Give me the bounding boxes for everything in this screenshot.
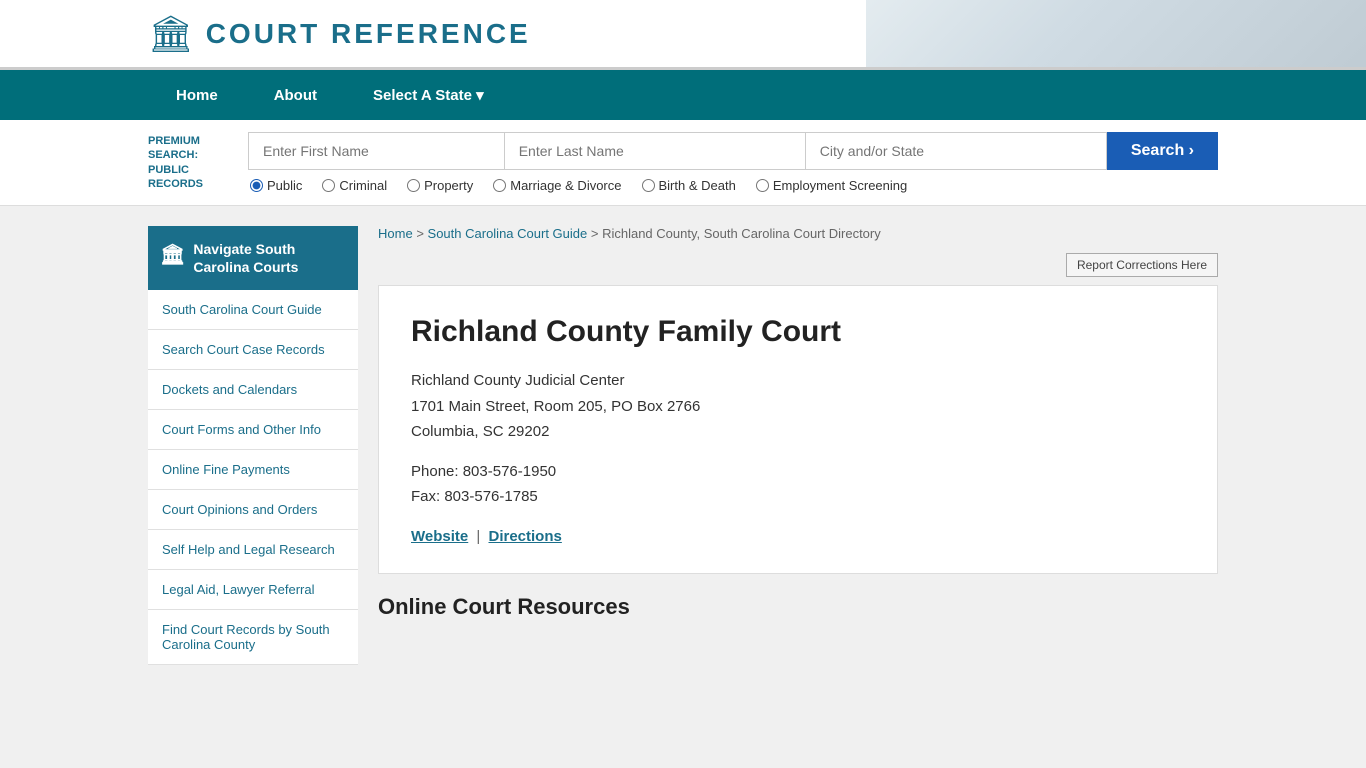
online-resources: Online Court Resources bbox=[378, 594, 1218, 620]
sidebar-item-legal-aid[interactable]: Legal Aid, Lawyer Referral bbox=[148, 570, 358, 610]
last-name-input[interactable] bbox=[504, 132, 805, 170]
search-bar: PREMIUM SEARCH: PUBLIC RECORDS Search › … bbox=[0, 120, 1366, 206]
logo-text: COURT REFERENCE bbox=[206, 18, 531, 50]
radio-public[interactable]: Public bbox=[250, 178, 302, 193]
sidebar: 🏛 Navigate South Carolina Courts South C… bbox=[148, 226, 358, 665]
court-card: Richland County Family Court Richland Co… bbox=[378, 285, 1218, 574]
search-inputs: Search › Public Criminal Property Marria… bbox=[248, 132, 1218, 193]
court-directions-link[interactable]: Directions bbox=[489, 528, 562, 545]
header: 🏛 COURT REFERENCE bbox=[0, 0, 1366, 70]
search-fields: Search › bbox=[248, 132, 1218, 170]
breadcrumb-home[interactable]: Home bbox=[378, 226, 413, 241]
sidebar-item-sc-court-guide[interactable]: South Carolina Court Guide bbox=[148, 290, 358, 330]
court-building: Richland County Judicial Center bbox=[411, 372, 624, 389]
report-corrections-wrap: Report Corrections Here bbox=[378, 253, 1218, 277]
radio-property[interactable]: Property bbox=[407, 178, 473, 193]
main-content: 🏛 Navigate South Carolina Courts South C… bbox=[0, 226, 1366, 665]
nav-about[interactable]: About bbox=[246, 70, 345, 120]
court-contact: Phone: 803-576-1950 Fax: 803-576-1785 bbox=[411, 459, 1185, 510]
radio-employment-screening[interactable]: Employment Screening bbox=[756, 178, 907, 193]
sidebar-header-icon: 🏛 bbox=[160, 242, 185, 268]
nav-home[interactable]: Home bbox=[148, 70, 246, 120]
breadcrumb-state-guide[interactable]: South Carolina Court Guide bbox=[428, 226, 588, 241]
sidebar-item-opinions[interactable]: Court Opinions and Orders bbox=[148, 490, 358, 530]
navbar: Home About Select A State ▾ bbox=[0, 70, 1366, 120]
radio-row: Public Criminal Property Marriage & Divo… bbox=[248, 178, 1218, 193]
online-resources-heading: Online Court Resources bbox=[378, 594, 1218, 620]
court-fax: Fax: 803-576-1785 bbox=[411, 488, 538, 505]
sidebar-item-dockets[interactable]: Dockets and Calendars bbox=[148, 370, 358, 410]
first-name-input[interactable] bbox=[248, 132, 504, 170]
logo-icon: 🏛 bbox=[148, 13, 194, 55]
court-address-line2: Columbia, SC 29202 bbox=[411, 423, 549, 440]
court-phone: Phone: 803-576-1950 bbox=[411, 463, 556, 480]
logo[interactable]: 🏛 COURT REFERENCE bbox=[148, 13, 531, 55]
report-corrections-button[interactable]: Report Corrections Here bbox=[1066, 253, 1218, 277]
city-state-input[interactable] bbox=[805, 132, 1107, 170]
court-address-line1: 1701 Main Street, Room 205, PO Box 2766 bbox=[411, 398, 700, 415]
sidebar-item-find-records[interactable]: Find Court Records by South Carolina Cou… bbox=[148, 610, 358, 665]
radio-marriage-divorce[interactable]: Marriage & Divorce bbox=[493, 178, 621, 193]
premium-label: PREMIUM SEARCH: PUBLIC RECORDS bbox=[148, 134, 238, 191]
header-background bbox=[866, 0, 1366, 67]
court-links: Website | Directions bbox=[411, 528, 1185, 545]
nav-select-state[interactable]: Select A State ▾ bbox=[345, 70, 512, 120]
sidebar-item-fine-payments[interactable]: Online Fine Payments bbox=[148, 450, 358, 490]
court-name: Richland County Family Court bbox=[411, 314, 1185, 350]
sidebar-header-text: Navigate South Carolina Courts bbox=[193, 240, 346, 276]
sidebar-item-court-forms[interactable]: Court Forms and Other Info bbox=[148, 410, 358, 450]
sidebar-item-search-court[interactable]: Search Court Case Records bbox=[148, 330, 358, 370]
sidebar-item-self-help[interactable]: Self Help and Legal Research bbox=[148, 530, 358, 570]
court-website-link[interactable]: Website bbox=[411, 528, 468, 545]
sidebar-header: 🏛 Navigate South Carolina Courts bbox=[148, 226, 358, 290]
content-area: Home > South Carolina Court Guide > Rich… bbox=[378, 226, 1218, 665]
search-button[interactable]: Search › bbox=[1107, 132, 1218, 170]
court-address: Richland County Judicial Center 1701 Mai… bbox=[411, 368, 1185, 445]
breadcrumb-current: Richland County, South Carolina Court Di… bbox=[602, 226, 881, 241]
radio-birth-death[interactable]: Birth & Death bbox=[642, 178, 736, 193]
breadcrumb: Home > South Carolina Court Guide > Rich… bbox=[378, 226, 1218, 241]
radio-criminal[interactable]: Criminal bbox=[322, 178, 387, 193]
